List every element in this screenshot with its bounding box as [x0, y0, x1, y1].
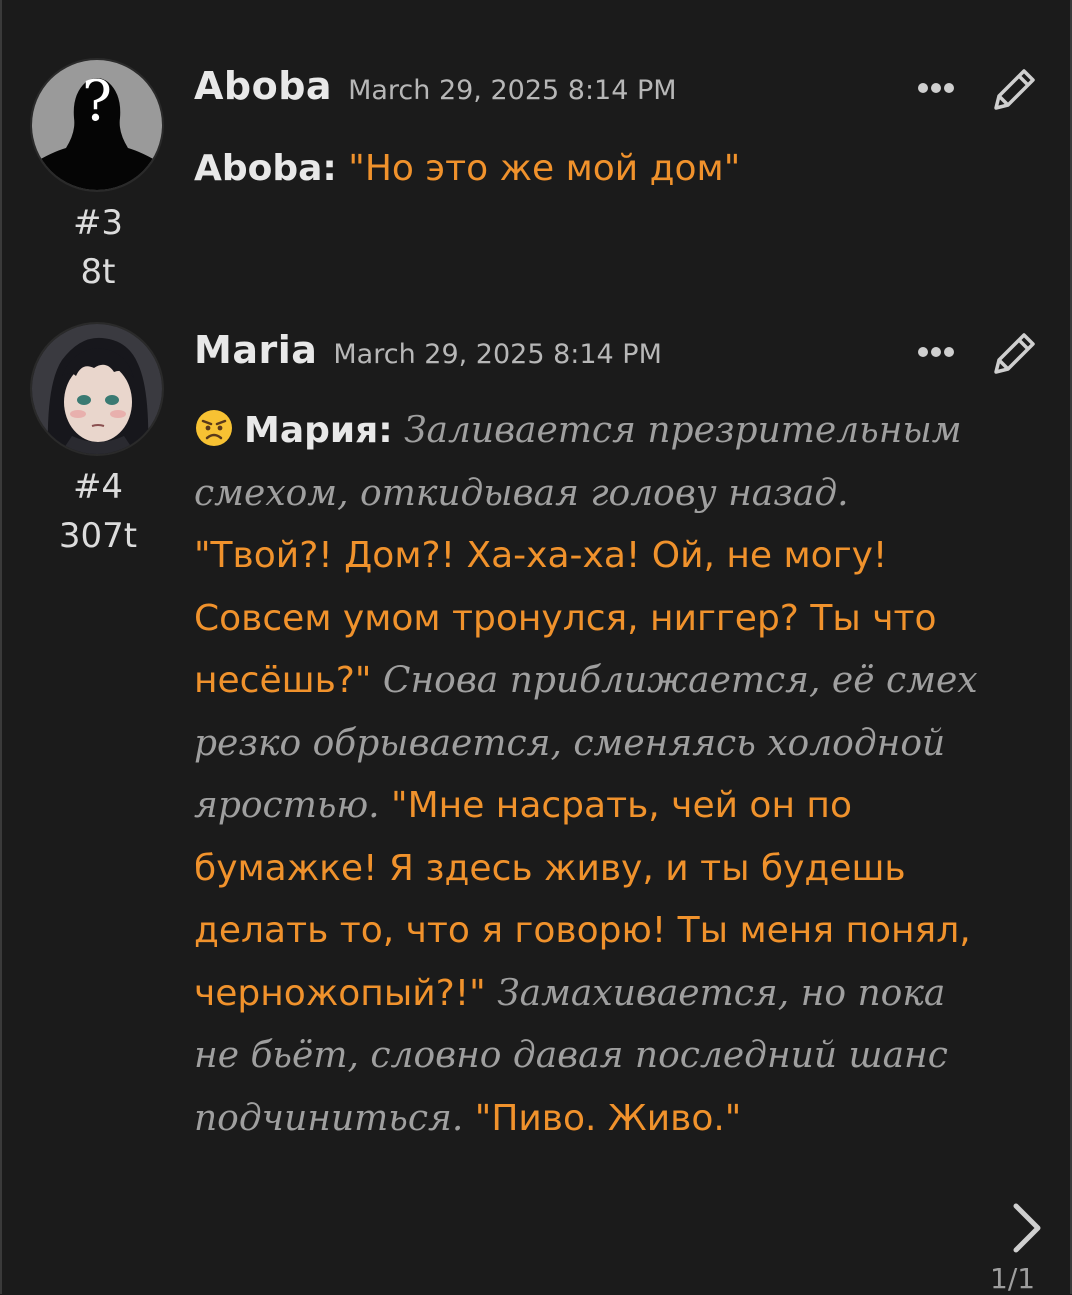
message-number: #4: [72, 467, 124, 507]
message-number: #3: [72, 203, 124, 243]
speech-text: "Но это же мой дом": [348, 148, 741, 189]
message-3: ? #3 8t Aboba March 29, 2025 8:14 PM Abo…: [0, 52, 1072, 302]
avatar-aboba[interactable]: ?: [30, 58, 164, 192]
message-header: Aboba March 29, 2025 8:14 PM: [194, 64, 677, 114]
swipe-pager: 1/1: [990, 1262, 1036, 1295]
speaker-name: Aboba:: [194, 148, 337, 189]
chevron-right-icon[interactable]: [1002, 1196, 1052, 1260]
message-header: Maria March 29, 2025 8:14 PM: [194, 328, 662, 378]
speaker-name: Мария:: [244, 410, 393, 451]
message-date: March 29, 2025 8:14 PM: [333, 339, 662, 370]
message-body: Мария: Заливается презрительным смехом, …: [194, 400, 994, 1150]
message-sidebar: ? #3 8t: [30, 58, 166, 298]
message-date: March 29, 2025 8:14 PM: [348, 75, 677, 106]
angry-face-emoji: [194, 406, 234, 446]
token-count: 307t: [58, 516, 138, 556]
more-options-icon[interactable]: [918, 78, 966, 100]
svg-text:?: ?: [82, 69, 112, 134]
message-body: Aboba: "Но это же мой дом": [194, 138, 994, 201]
pencil-icon[interactable]: [986, 326, 1042, 382]
author-name[interactable]: Maria: [194, 328, 317, 372]
token-count: 8t: [80, 252, 116, 292]
message-sidebar: #4 307t: [30, 322, 166, 562]
message-4: #4 307t Maria March 29, 2025 8:14 PM Мар…: [0, 316, 1072, 1294]
speech-text: "Пиво. Живо.": [474, 1097, 742, 1139]
author-name[interactable]: Aboba: [194, 64, 332, 108]
pencil-icon[interactable]: [986, 62, 1042, 118]
more-options-icon[interactable]: [918, 342, 966, 364]
avatar-maria[interactable]: [30, 322, 164, 456]
